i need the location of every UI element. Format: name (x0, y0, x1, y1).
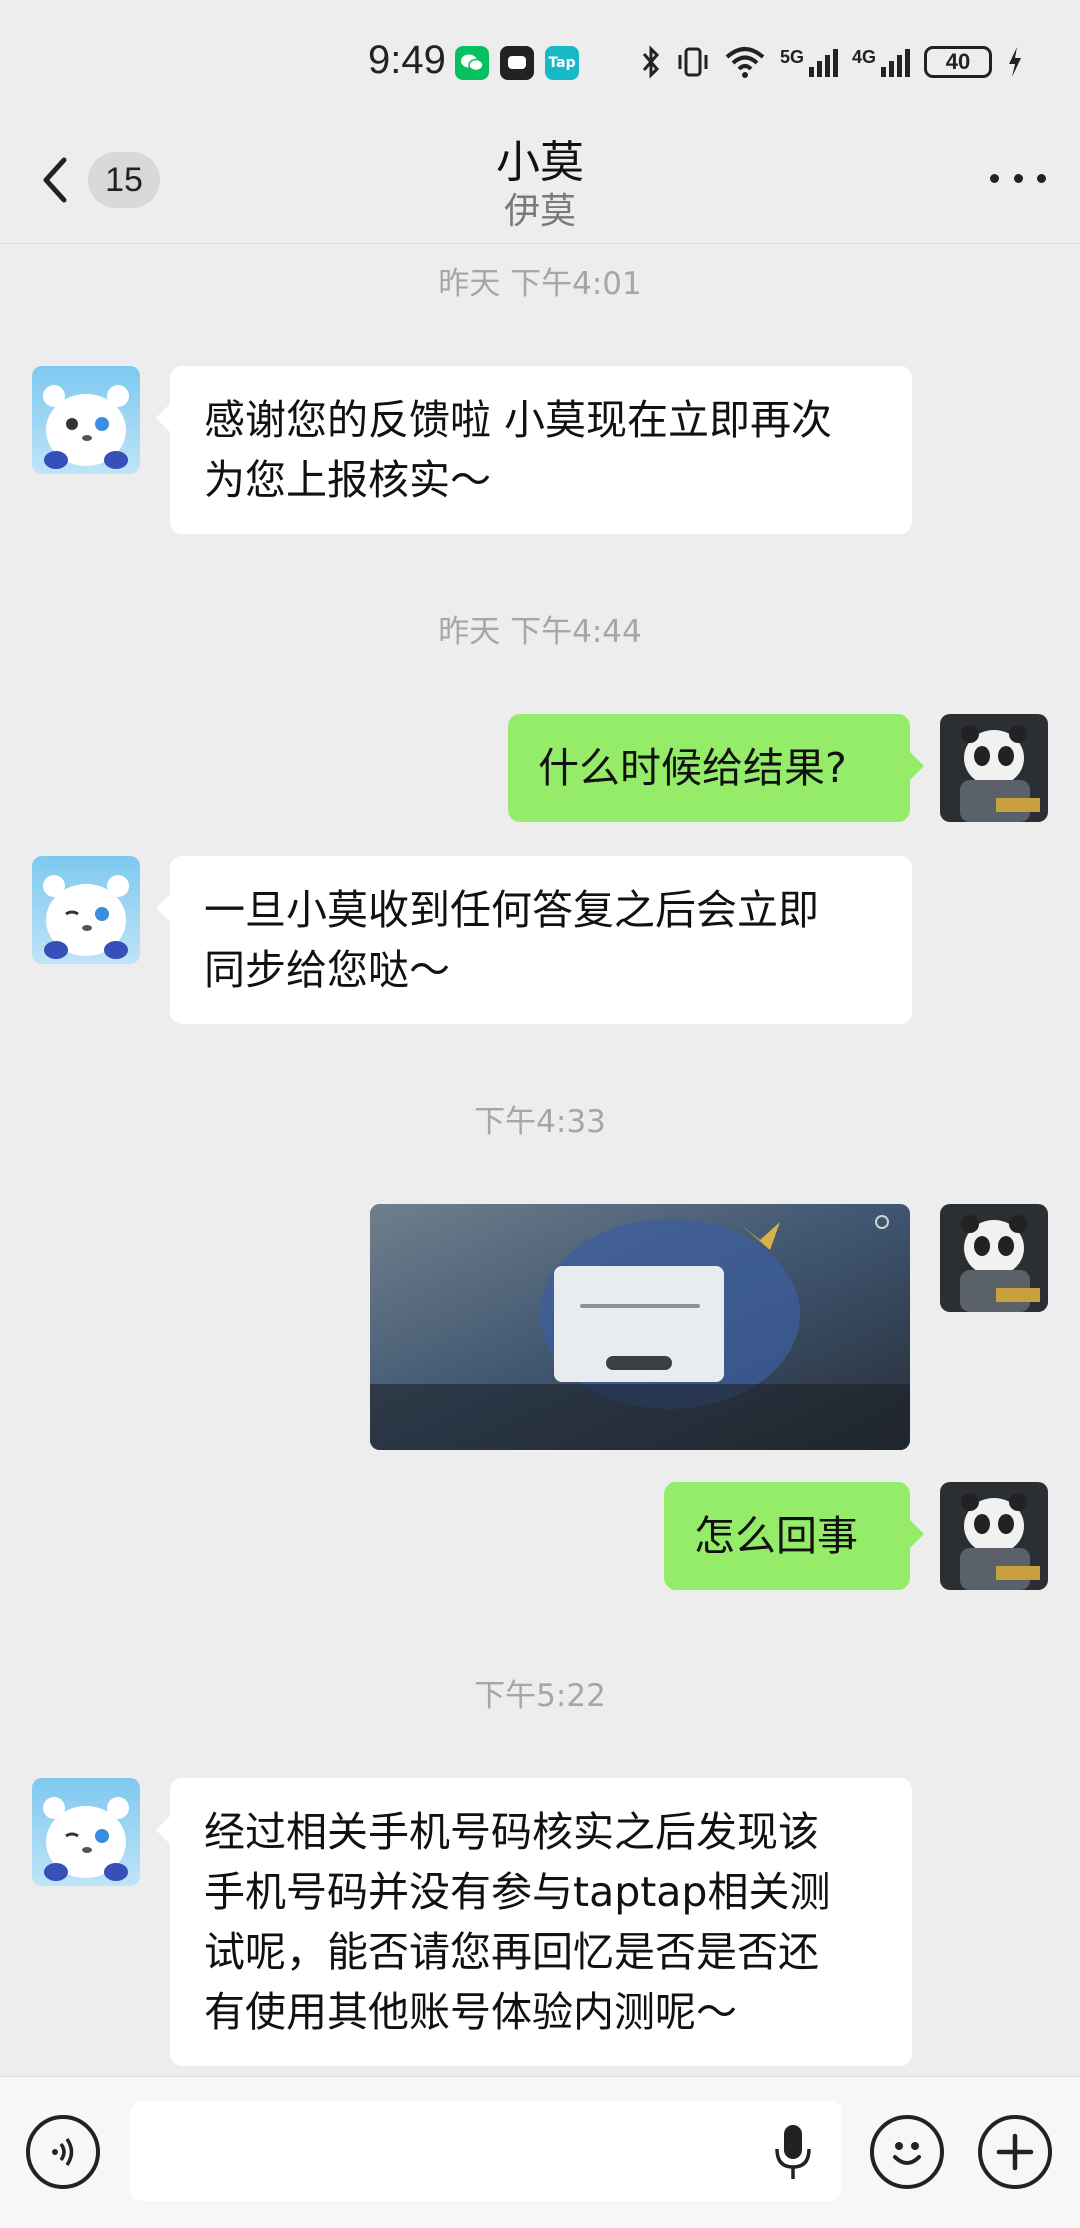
wechat-notification-icon (455, 46, 489, 80)
message-text-line: 手机号码并没有参与taptap相关测 (204, 1868, 831, 1916)
mic-icon[interactable] (770, 2121, 816, 2183)
plus-icon[interactable] (978, 2115, 1052, 2189)
contact-avatar[interactable] (32, 1778, 140, 1886)
emoji-icon[interactable] (870, 2115, 944, 2189)
timestamp: 昨天 下午4:44 (438, 614, 642, 650)
bluetooth-icon (642, 45, 660, 79)
outgoing-message-bubble[interactable]: 什么时候给结果? (508, 714, 924, 822)
message-text-line: 一旦小莫收到任何答复之后会立即 (204, 886, 819, 934)
user-avatar[interactable] (940, 714, 1048, 822)
chat-title: 小莫 (496, 137, 584, 188)
battery-icon: 40 (924, 46, 992, 78)
message-text-line: 为您上报核实～ (204, 456, 491, 504)
incoming-message-bubble[interactable]: 经过相关手机号码核实之后发现该 手机号码并没有参与taptap相关测 试呢，能否… (156, 1778, 912, 2066)
user-avatar[interactable] (940, 1482, 1048, 1590)
contact-avatar[interactable] (32, 856, 140, 964)
message-text-line: 有使用其他账号体验内测呢～ (204, 1988, 737, 2036)
chat-input-bar (0, 2076, 1080, 2228)
chat-header: 15 小莫 伊莫 (0, 120, 1080, 244)
taptap-label: Tap (548, 55, 576, 71)
message-text-line: 什么时候给结果? (538, 744, 847, 792)
voice-icon[interactable] (26, 2115, 100, 2189)
status-time: 9:49 (368, 38, 446, 82)
outgoing-message-bubble[interactable]: 怎么回事 (664, 1482, 924, 1590)
message-input[interactable] (130, 2101, 842, 2201)
message-text-line: 感谢您的反馈啦 小莫现在立即再次 (204, 396, 833, 444)
chat-subtitle: 伊莫 (503, 191, 576, 232)
wifi-icon (725, 47, 765, 78)
user-avatar[interactable] (940, 1204, 1048, 1312)
signal-5g-icon: 5G (780, 47, 838, 77)
contact-avatar[interactable] (32, 366, 140, 474)
incoming-message-bubble[interactable]: 一旦小莫收到任何答复之后会立即 同步给您哒～ (156, 856, 912, 1024)
timestamp: 下午4:33 (474, 1104, 606, 1140)
timestamp: 下午5:22 (474, 1678, 606, 1714)
message-text-line: 同步给您哒～ (204, 946, 450, 994)
taptap-notification-icon: Tap (545, 46, 579, 80)
signal-4g-icon: 4G (852, 47, 910, 77)
timestamp: 昨天 下午4:01 (438, 266, 642, 302)
message-notification-icon (500, 46, 534, 80)
vibrate-icon (678, 47, 708, 77)
message-text-line: 试呢，能否请您再回忆是否是否还 (204, 1928, 819, 1976)
incoming-message-bubble[interactable]: 感谢您的反馈啦 小莫现在立即再次 为您上报核实～ (156, 366, 912, 534)
more-icon[interactable] (990, 174, 1046, 186)
message-text-line: 经过相关手机号码核实之后发现该 (204, 1808, 819, 1856)
outgoing-image-message[interactable] (370, 1204, 910, 1450)
message-text-line: 怎么回事 (694, 1512, 858, 1560)
charging-icon (1009, 47, 1021, 77)
status-indicators: 5G 4G 40 (640, 40, 1024, 84)
status-bar: 9:49 Tap 5G 4G 40 (0, 0, 1080, 120)
